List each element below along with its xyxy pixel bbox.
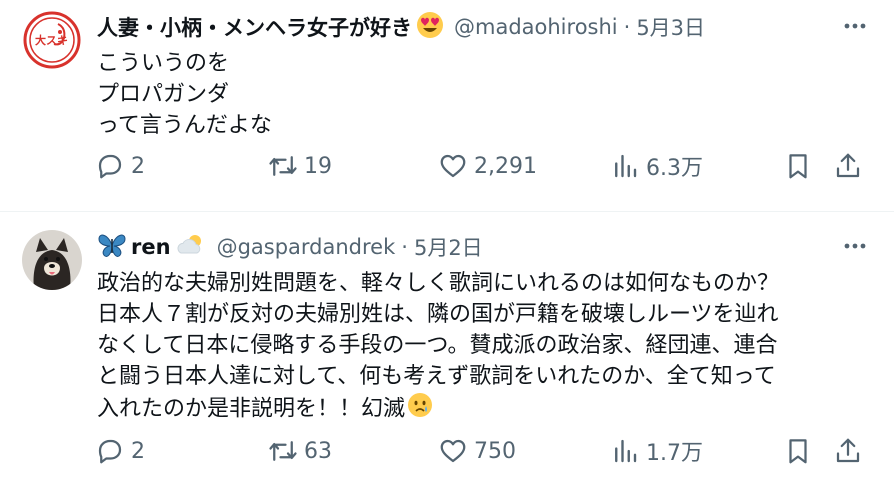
share-icon: [836, 153, 860, 178]
tweet-body: 人妻・小柄・メンヘラ女子が好き @madaohiroshi · 5月3日 こうい…: [97, 10, 876, 141]
tweet-text-line: こういうのを: [97, 51, 230, 76]
separator-dot: ·: [623, 15, 631, 39]
avatar[interactable]: 大スキ: [22, 10, 82, 70]
tweet-text-line: と闘う日本人達に対して、何も考えず歌詞をいれたのか、全て知って: [97, 364, 776, 389]
crying-face-emoji-icon: [407, 392, 433, 427]
tweet-text-line: って言うんだよな: [97, 113, 272, 138]
tweet-text-line: 政治的な夫婦別姓問題を、軽々しく歌詞にいれるのは如何なものか？: [97, 271, 780, 296]
repost-count: 63: [304, 438, 332, 464]
tweet[interactable]: 大スキ 人妻・小柄・メンヘラ女子が好き @madaohiroshi · 5月3日: [0, 0, 894, 212]
share-icon: [836, 438, 860, 463]
tweet-header: 人妻・小柄・メンヘラ女子が好き @madaohiroshi · 5月3日: [97, 10, 876, 44]
tweet-text-line: なくして日本に侵略する手段の一つ。賛成派の政治家、経団連、連合: [97, 333, 778, 358]
bookmark-icon: [789, 439, 807, 464]
display-name[interactable]: ren: [131, 235, 171, 259]
avatar[interactable]: [22, 230, 82, 290]
heart-icon: [440, 154, 466, 178]
repost-icon: [269, 441, 297, 461]
like-button[interactable]: 750: [438, 435, 516, 467]
cloud-emoji-icon: [175, 233, 207, 261]
timeline: 大スキ 人妻・小柄・メンヘラ女子が好き @madaohiroshi · 5月3日: [0, 0, 894, 484]
tweet[interactable]: ren @gaspardandrek · 5月2日 政治的な夫婦別姓問題を、軽々…: [0, 213, 894, 484]
reply-button[interactable]: 2: [95, 435, 145, 467]
views-count: 6.3万: [646, 156, 703, 181]
repost-count: 19: [304, 153, 332, 179]
views-count: 1.7万: [646, 441, 703, 466]
share-button[interactable]: [833, 150, 863, 182]
tweet-text: 政治的な夫婦別姓問題を、軽々しく歌詞にいれるのは如何なものか？ 日本人７割が反対…: [97, 268, 876, 427]
separator-dot: ·: [401, 235, 408, 259]
tweet-date[interactable]: 5月3日: [636, 12, 705, 42]
more-icon[interactable]: [842, 236, 868, 256]
avatar-stamp-text: 大スキ: [35, 33, 68, 47]
handle[interactable]: @madaohiroshi: [454, 15, 618, 39]
like-count: 750: [474, 438, 516, 464]
like-button[interactable]: 2,291: [438, 150, 537, 182]
reply-count: 2: [131, 153, 145, 179]
display-name[interactable]: 人妻・小柄・メンヘラ女子が好き: [97, 12, 412, 42]
share-button[interactable]: [833, 435, 863, 467]
tweet-text-line-last: 入れたのか是非説明を！！幻滅: [97, 392, 876, 427]
reply-button[interactable]: 2: [95, 150, 145, 182]
tweet-date[interactable]: 5月2日: [414, 232, 483, 262]
views-icon: [615, 154, 637, 178]
avatar-image: 大スキ: [22, 10, 82, 70]
repost-button[interactable]: 63: [268, 435, 332, 467]
reply-count: 2: [131, 438, 145, 464]
handle[interactable]: @gaspardandrek: [217, 235, 396, 259]
bookmark-button[interactable]: [783, 150, 813, 182]
more-icon[interactable]: [842, 16, 868, 36]
heart-eyes-emoji-icon: [416, 11, 444, 43]
like-count: 2,291: [474, 153, 537, 179]
tweet-body: ren @gaspardandrek · 5月2日 政治的な夫婦別姓問題を、軽々…: [97, 230, 876, 427]
tweet-text: こういうのを プロパガンダ って言うんだよな: [97, 48, 876, 141]
tweet-divider: [0, 211, 894, 212]
repost-icon: [269, 156, 297, 176]
bookmark-button[interactable]: [783, 435, 813, 467]
views-button[interactable]: 1.7万: [610, 435, 703, 467]
avatar-image: [22, 230, 82, 290]
tweet-text-line: 入れたのか是非説明を！！幻滅: [97, 396, 406, 422]
repost-button[interactable]: 19: [268, 150, 332, 182]
bookmark-icon: [789, 154, 807, 179]
reply-icon: [98, 154, 122, 179]
heart-icon: [440, 439, 466, 463]
views-icon: [615, 439, 637, 463]
tweet-header: ren @gaspardandrek · 5月2日: [97, 230, 876, 264]
views-button[interactable]: 6.3万: [610, 150, 703, 182]
reply-icon: [98, 439, 122, 464]
tweet-text-line: プロパガンダ: [97, 82, 230, 107]
butterfly-emoji-icon: [97, 231, 127, 263]
tweet-text-line: 日本人７割が反対の夫婦別姓は、隣の国が戸籍を破壊しルーツを辿れ: [97, 302, 779, 327]
